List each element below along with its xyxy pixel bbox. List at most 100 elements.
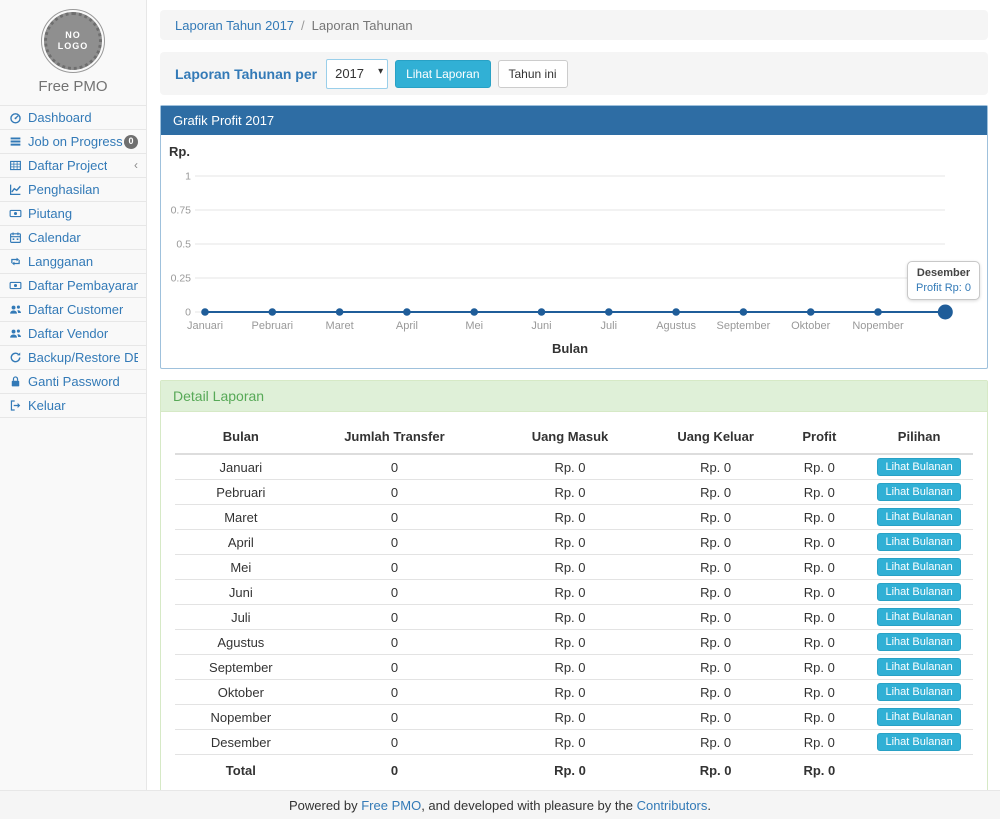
sidebar-item-dashboard[interactable]: Dashboard — [0, 106, 146, 130]
cell-bulan: Juli — [175, 605, 307, 630]
cell-profit: Rp. 0 — [773, 605, 865, 630]
chevron-left-icon: ‹ — [134, 158, 138, 173]
lihat-bulanan-button-mei[interactable]: Lihat Bulanan — [877, 558, 960, 576]
tahun-ini-button[interactable]: Tahun ini — [498, 60, 568, 88]
footer-link-freepmo[interactable]: Free PMO — [361, 798, 421, 813]
sidebar-item-piutang[interactable]: Piutang — [0, 202, 146, 226]
lihat-laporan-button[interactable]: Lihat Laporan — [395, 60, 490, 88]
sidebar-item-keluar[interactable]: Keluar — [0, 394, 146, 418]
total-profit: Rp. 0 — [773, 755, 865, 786]
footer-text-prefix: Powered by — [289, 798, 361, 813]
sidebar-item-job-on-progress[interactable]: Job on Progress0 — [0, 130, 146, 154]
cell-bulan: Oktober — [175, 680, 307, 705]
sidebar-item-label: Piutang — [28, 206, 72, 221]
svg-text:0.25: 0.25 — [171, 273, 192, 285]
cell-bulan: September — [175, 655, 307, 680]
svg-text:0.5: 0.5 — [176, 239, 191, 251]
cell-profit: Rp. 0 — [773, 630, 865, 655]
cell-uang-keluar: Rp. 0 — [658, 480, 774, 505]
column-header-uang-keluar: Uang Keluar — [658, 420, 774, 454]
sidebar-item-label: Daftar Project — [28, 158, 107, 173]
cell-bulan: April — [175, 530, 307, 555]
chart-panel-title: Grafik Profit 2017 — [161, 106, 987, 135]
cell-uang-keluar: Rp. 0 — [658, 630, 774, 655]
lihat-bulanan-button-september[interactable]: Lihat Bulanan — [877, 658, 960, 676]
cell-profit: Rp. 0 — [773, 680, 865, 705]
retweet-icon — [8, 255, 23, 268]
cell-bulan: Agustus — [175, 630, 307, 655]
lihat-bulanan-button-desember[interactable]: Lihat Bulanan — [877, 733, 960, 751]
lihat-bulanan-button-pebruari[interactable]: Lihat Bulanan — [877, 483, 960, 501]
cell-bulan: Pebruari — [175, 480, 307, 505]
lock-icon — [8, 375, 23, 388]
cell-bulan: Mei — [175, 555, 307, 580]
no-logo-badge: NO LOGO — [44, 12, 102, 70]
lihat-bulanan-button-nopember[interactable]: Lihat Bulanan — [877, 708, 960, 726]
cell-bulan: Januari — [175, 454, 307, 480]
table-row-nopember: Nopember0Rp. 0Rp. 0Rp. 0Lihat Bulanan — [175, 705, 973, 730]
table-row-oktober: Oktober0Rp. 0Rp. 0Rp. 0Lihat Bulanan — [175, 680, 973, 705]
cell-pilihan: Lihat Bulanan — [865, 630, 973, 655]
sidebar-item-daftar-vendor[interactable]: Daftar Vendor — [0, 322, 146, 346]
breadcrumb-link-laporan-tahun[interactable]: Laporan Tahun 2017 — [175, 18, 294, 33]
sidebar-item-langganan[interactable]: Langganan — [0, 250, 146, 274]
sidebar-item-label: Ganti Password — [28, 374, 120, 389]
cell-uang-masuk: Rp. 0 — [482, 580, 658, 605]
footer-link-contributors[interactable]: Contributors — [637, 798, 708, 813]
breadcrumb-current: Laporan Tahunan — [312, 18, 413, 33]
profit-chart-panel: Grafik Profit 2017 Rp.00.250.50.751Janua… — [160, 105, 988, 369]
lihat-bulanan-button-maret[interactable]: Lihat Bulanan — [877, 508, 960, 526]
page-footer: Powered by Free PMO , and developed with… — [0, 790, 1000, 819]
sidebar-item-calendar[interactable]: Calendar — [0, 226, 146, 250]
money-icon — [8, 207, 23, 220]
sidebar-item-backup-restore-db[interactable]: Backup/Restore DB — [0, 346, 146, 370]
total-jumlah-transfer: 0 — [307, 755, 483, 786]
svg-text:September: September — [716, 320, 770, 332]
lihat-bulanan-button-juni[interactable]: Lihat Bulanan — [877, 583, 960, 601]
sidebar-item-label: Dashboard — [28, 110, 92, 125]
breadcrumb: Laporan Tahun 2017 / Laporan Tahunan — [160, 10, 988, 40]
column-header-pilihan: Pilihan — [865, 420, 973, 454]
sidebar-item-daftar-customer[interactable]: Daftar Customer — [0, 298, 146, 322]
cell-pilihan: Lihat Bulanan — [865, 680, 973, 705]
cell-jumlah-transfer: 0 — [307, 480, 483, 505]
lihat-bulanan-button-april[interactable]: Lihat Bulanan — [877, 533, 960, 551]
cell-profit: Rp. 0 — [773, 454, 865, 480]
sidebar-item-daftar-pembayaran[interactable]: Daftar Pembayaran — [0, 274, 146, 298]
year-select[interactable]: 2017 — [326, 59, 388, 89]
svg-text:Bulan: Bulan — [552, 341, 588, 356]
svg-text:Januari: Januari — [187, 320, 223, 332]
svg-text:0.75: 0.75 — [171, 205, 192, 217]
table-row-desember: Desember0Rp. 0Rp. 0Rp. 0Lihat Bulanan — [175, 730, 973, 755]
lihat-bulanan-button-juli[interactable]: Lihat Bulanan — [877, 608, 960, 626]
chart-panel-body: Rp.00.250.50.751JanuariPebruariMaretApri… — [161, 135, 987, 368]
footer-text-suffix: . — [707, 798, 711, 813]
cell-uang-keluar: Rp. 0 — [658, 680, 774, 705]
line-chart-icon — [8, 183, 23, 196]
sidebar-item-label: Daftar Pembayaran — [28, 278, 138, 293]
table-row-september: September0Rp. 0Rp. 0Rp. 0Lihat Bulanan — [175, 655, 973, 680]
lihat-bulanan-button-agustus[interactable]: Lihat Bulanan — [877, 633, 960, 651]
cell-profit: Rp. 0 — [773, 730, 865, 755]
table-total-row: Total0Rp. 0Rp. 0Rp. 0 — [175, 755, 973, 786]
cell-uang-masuk: Rp. 0 — [482, 655, 658, 680]
lihat-bulanan-button-oktober[interactable]: Lihat Bulanan — [877, 683, 960, 701]
sidebar-item-daftar-project[interactable]: Daftar Project ‹ — [0, 154, 146, 178]
cell-profit: Rp. 0 — [773, 705, 865, 730]
sidebar-item-ganti-password[interactable]: Ganti Password — [0, 370, 146, 394]
sidebar-item-label: Keluar — [28, 398, 66, 413]
cell-pilihan: Lihat Bulanan — [865, 530, 973, 555]
lihat-bulanan-button-januari[interactable]: Lihat Bulanan — [877, 458, 960, 476]
table-row-pebruari: Pebruari0Rp. 0Rp. 0Rp. 0Lihat Bulanan — [175, 480, 973, 505]
money-icon — [8, 279, 23, 292]
total-label: Total — [175, 755, 307, 786]
column-header-profit: Profit — [773, 420, 865, 454]
tasks-icon — [8, 135, 23, 148]
sidebar-item-label: Backup/Restore DB — [28, 350, 138, 365]
tooltip-value: Profit Rp: 0 — [916, 282, 971, 294]
sidebar-item-penghasilan[interactable]: Penghasilan — [0, 178, 146, 202]
svg-text:0: 0 — [185, 307, 191, 319]
cell-jumlah-transfer: 0 — [307, 655, 483, 680]
svg-text:Agustus: Agustus — [656, 320, 696, 332]
report-table: BulanJumlah TransferUang MasukUang Kelua… — [175, 420, 973, 785]
